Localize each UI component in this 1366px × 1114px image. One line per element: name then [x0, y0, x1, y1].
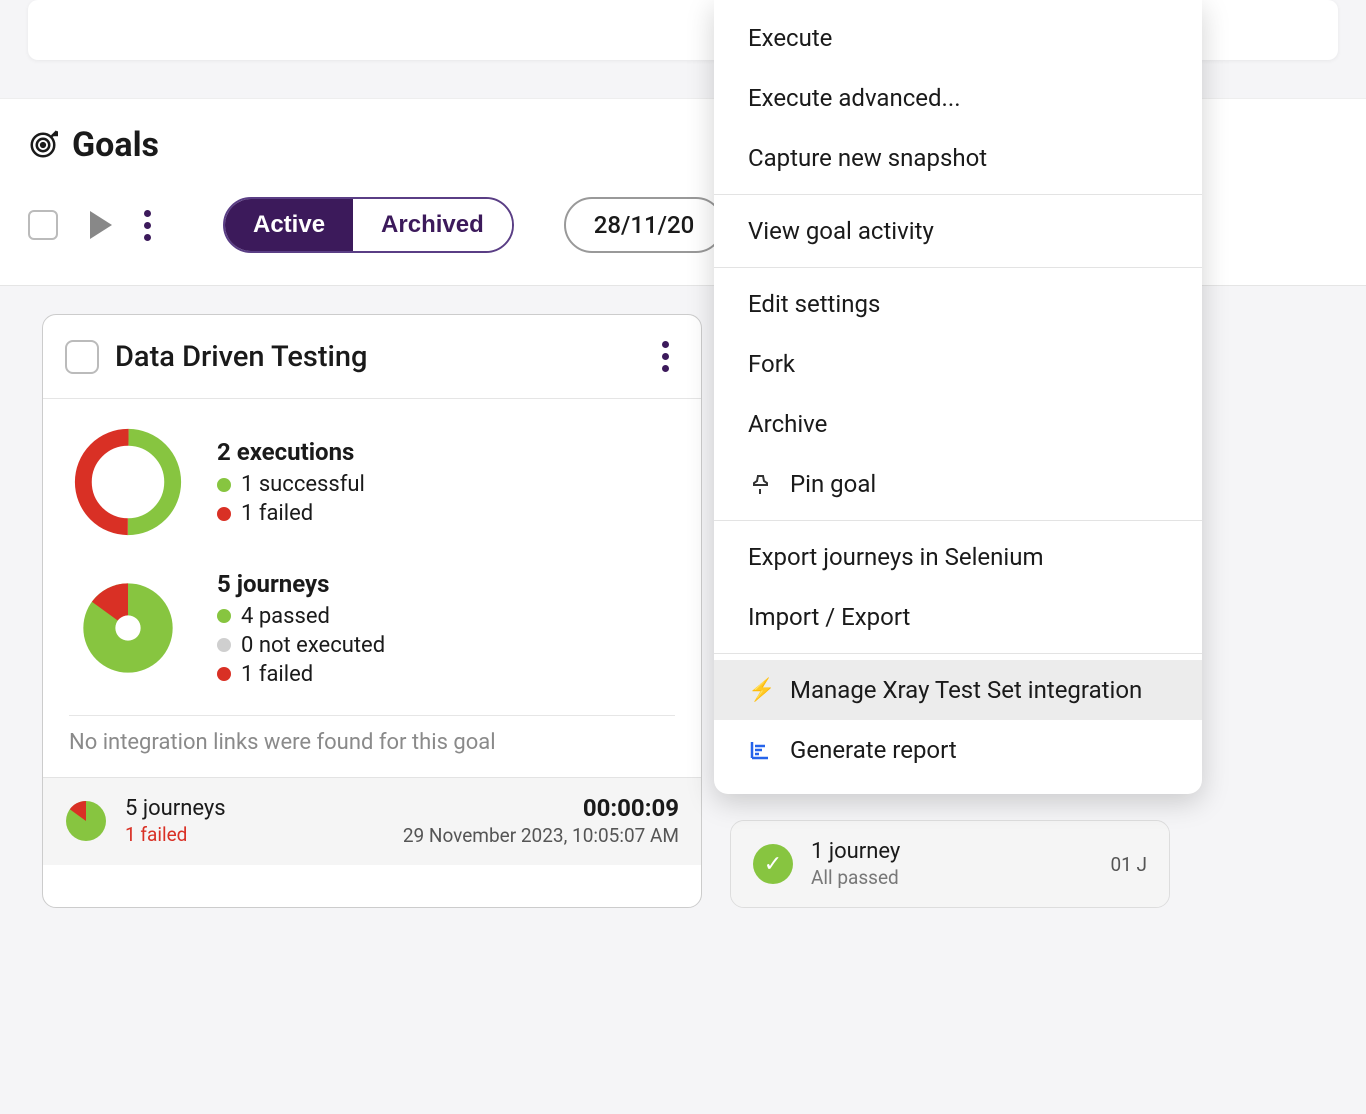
menu-pin-goal[interactable]: Pin goal	[714, 454, 1202, 514]
footer-failed: 1 failed	[125, 823, 403, 846]
menu-execute[interactable]: Execute	[714, 8, 1202, 68]
goal-card: Data Driven Testing 2 executions 1 succe…	[42, 314, 702, 908]
dot-icon	[217, 609, 231, 623]
menu-pin-label: Pin goal	[790, 470, 876, 498]
journeys-failed: 1 failed	[241, 662, 313, 687]
journeys-passed: 4 passed	[241, 604, 330, 629]
section-title: Goals	[72, 125, 159, 165]
card2-journeys: 1 journey	[811, 839, 1110, 864]
mini-pie-icon	[65, 800, 107, 842]
goal-card-secondary: ✓ 1 journey All passed 01 J	[730, 820, 1170, 908]
tab-archived[interactable]: Archived	[353, 199, 512, 251]
no-integration-msg: No integration links were found for this…	[69, 730, 675, 777]
dot-icon	[217, 478, 231, 492]
journeys-not-executed: 0 not executed	[241, 633, 385, 658]
context-menu: Execute Execute advanced... Capture new …	[714, 0, 1202, 794]
menu-export-selenium[interactable]: Export journeys in Selenium	[714, 527, 1202, 587]
menu-archive[interactable]: Archive	[714, 394, 1202, 454]
bolt-icon: ⚡	[748, 678, 772, 703]
journeys-total: 5 journeys	[217, 570, 385, 598]
menu-execute-advanced[interactable]: Execute advanced...	[714, 68, 1202, 128]
date-filter[interactable]: 28/11/20	[564, 197, 725, 253]
check-circle-icon: ✓	[753, 844, 793, 884]
target-icon	[28, 130, 58, 160]
goal-title: Data Driven Testing	[115, 340, 652, 374]
executions-successful: 1 successful	[241, 472, 365, 497]
menu-manage-xray[interactable]: ⚡ Manage Xray Test Set integration	[714, 660, 1202, 720]
goal-more-button[interactable]	[652, 335, 679, 378]
menu-import-export[interactable]: Import / Export	[714, 587, 1202, 647]
menu-generate-report[interactable]: Generate report	[714, 720, 1202, 780]
goal-checkbox[interactable]	[65, 340, 99, 374]
journeys-chart	[69, 569, 187, 687]
dot-icon	[217, 667, 231, 681]
footer-timestamp: 29 November 2023, 10:05:07 AM	[403, 824, 679, 847]
footer-journeys: 5 journeys	[125, 796, 403, 821]
dot-icon	[217, 507, 231, 521]
select-all-checkbox[interactable]	[28, 210, 58, 240]
menu-edit-settings[interactable]: Edit settings	[714, 274, 1202, 334]
pin-icon	[748, 472, 772, 496]
tab-segmented: Active Archived	[223, 197, 514, 253]
menu-xray-label: Manage Xray Test Set integration	[790, 676, 1142, 704]
executions-chart	[69, 423, 187, 541]
play-icon[interactable]	[90, 211, 112, 239]
executions-total: 2 executions	[217, 438, 365, 466]
card2-status: All passed	[811, 866, 1110, 889]
report-icon	[748, 738, 772, 762]
card2-date: 01 J	[1110, 853, 1147, 876]
footer-duration: 00:00:09	[403, 794, 679, 822]
tab-active[interactable]: Active	[225, 199, 353, 251]
menu-view-activity[interactable]: View goal activity	[714, 201, 1202, 261]
menu-fork[interactable]: Fork	[714, 334, 1202, 394]
menu-capture-snapshot[interactable]: Capture new snapshot	[714, 128, 1202, 188]
dot-icon	[217, 638, 231, 652]
executions-failed: 1 failed	[241, 501, 313, 526]
menu-report-label: Generate report	[790, 736, 957, 764]
more-menu-button[interactable]	[134, 204, 161, 247]
